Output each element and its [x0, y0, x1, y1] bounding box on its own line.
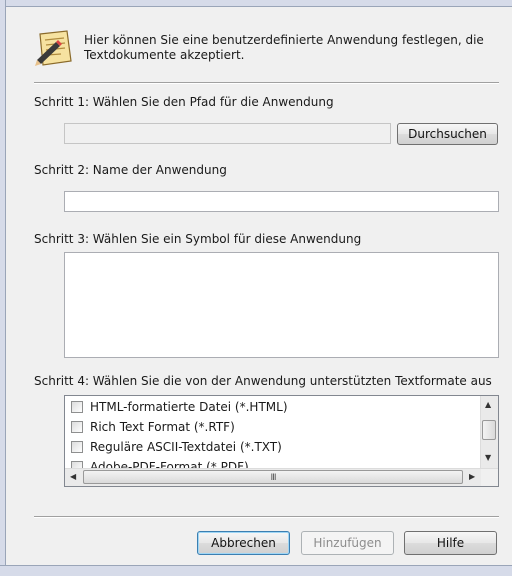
list-item-rtf[interactable]: Rich Text Format (*.RTF) — [71, 417, 235, 437]
text-format-list[interactable]: HTML-formatierte Datei (*.HTML) Rich Tex… — [64, 395, 499, 487]
format-label: HTML-formatierte Datei (*.HTML) — [90, 400, 288, 414]
rtf-format-checkbox[interactable] — [71, 421, 83, 433]
header-description: Hier können Sie eine benutzerdefinierte … — [84, 33, 484, 62]
application-name-field[interactable] — [64, 191, 499, 212]
icon-selection-box[interactable] — [64, 252, 499, 358]
format-label: Rich Text Format (*.RTF) — [90, 420, 235, 434]
step4-label: Schritt 4: Wählen Sie die von der Anwend… — [34, 374, 492, 388]
step2-label: Schritt 2: Name der Anwendung — [34, 163, 227, 177]
horizontal-scroll-thumb[interactable]: III — [83, 470, 463, 484]
window-frame-top — [0, 0, 512, 7]
browse-button[interactable]: Durchsuchen — [397, 123, 498, 145]
scroll-up-icon[interactable]: ▲ — [485, 400, 491, 409]
footer-separator — [34, 516, 499, 518]
header-separator — [34, 82, 499, 84]
step3-label: Schritt 3: Wählen Sie ein Symbol für die… — [34, 232, 362, 246]
scroll-right-icon[interactable]: ▶ — [469, 472, 475, 481]
txt-format-checkbox[interactable] — [71, 441, 83, 453]
window-frame-bottom — [0, 565, 512, 576]
vertical-scrollbar[interactable]: ▲ ▼ — [480, 396, 498, 469]
scroll-left-icon[interactable]: ◀ — [70, 472, 76, 481]
scroll-down-icon[interactable]: ▼ — [485, 453, 491, 462]
format-label: Reguläre ASCII-Textdatei (*.TXT) — [90, 440, 282, 454]
scroll-corner — [481, 469, 498, 486]
html-format-checkbox[interactable] — [71, 401, 83, 413]
horizontal-scrollbar[interactable]: ◀ III ▶ — [65, 468, 498, 486]
cancel-button[interactable]: Abbrechen — [197, 531, 290, 555]
step1-label: Schritt 1: Wählen Sie den Pfad für die A… — [34, 95, 334, 109]
window-frame-left — [0, 0, 6, 575]
document-pen-icon — [35, 30, 72, 66]
custom-application-dialog: Hier können Sie eine benutzerdefinierte … — [0, 0, 512, 576]
vertical-scroll-thumb[interactable] — [482, 420, 496, 440]
help-button[interactable]: Hilfe — [404, 531, 497, 555]
add-button[interactable]: Hinzufügen — [301, 531, 394, 555]
list-item-html[interactable]: HTML-formatierte Datei (*.HTML) — [71, 397, 288, 417]
list-item-txt[interactable]: Reguläre ASCII-Textdatei (*.TXT) — [71, 437, 282, 457]
application-path-field[interactable] — [64, 123, 391, 144]
grip-icon: III — [270, 473, 277, 483]
